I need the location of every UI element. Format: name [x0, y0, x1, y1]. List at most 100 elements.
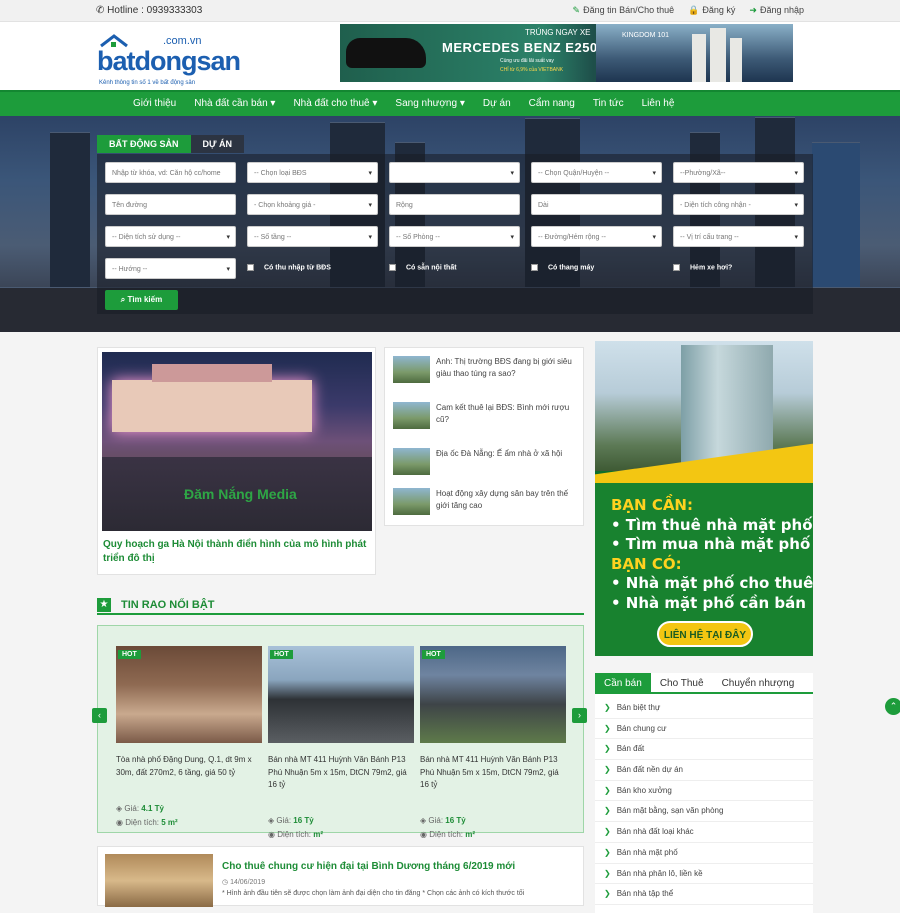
site-logo[interactable]: .com.vn batdongsan Kênh thông tin số 1 v… [97, 28, 241, 86]
news-item[interactable]: Cam kết thuê lại BĐS: Bình mới rượu cũ? [393, 402, 578, 438]
listing-area: ◉ Diện tích: m² [268, 830, 324, 839]
category-item[interactable]: ❯ Bán nhà phân lô, liền kề [595, 864, 813, 885]
hero-search: BẤT ĐỘNG SẢN DỰ ÁN Nhập từ khóa, vd: Căn… [0, 116, 900, 332]
ward-select[interactable]: --Phường/Xã-- ▾ [673, 162, 804, 183]
lock-icon: 🔒 [688, 5, 700, 15]
post-title[interactable]: Cho thuê chung cư hiện đại tại Bình Dươn… [222, 861, 515, 872]
chevron-right-icon: ❯ [604, 744, 611, 754]
income-checkbox[interactable]: Có thu nhập từ BĐS [247, 264, 331, 271]
nav-for-rent[interactable]: Nhà đất cho thuê ▾ [284, 92, 386, 116]
area-icon: ◉ [268, 830, 278, 839]
listing-card[interactable]: HOT Tòa nhà phố Đặng Dung, Q.1, dt 9m x … [116, 646, 264, 827]
width-input[interactable]: Rộng [389, 194, 520, 215]
length-input[interactable]: Dài [531, 194, 662, 215]
land-area-select[interactable]: - Diện tích công nhận - ▾ [673, 194, 804, 215]
listing-image: HOT [116, 646, 262, 743]
road-select[interactable]: -- Đường/Hẻm rộng -- ▾ [531, 226, 662, 247]
listing-area: ◉ Diện tích: m² [420, 830, 476, 839]
chevron-right-icon: ❯ [604, 806, 611, 816]
blank-select[interactable]: ▾ [389, 162, 520, 183]
position-select[interactable]: -- Vị trí cấu trang -- ▾ [673, 226, 804, 247]
sidebar-ad[interactable]: BẠN CẦN: • Tìm thuê nhà mặt phố • Tìm mu… [595, 341, 813, 656]
kingdom-banner: KINGDOM 101 [596, 24, 793, 82]
nav-contact[interactable]: Liên hệ [633, 92, 684, 116]
keyword-input[interactable]: Nhập từ khóa, vd: Căn hộ cc/home [105, 162, 236, 183]
register-link[interactable]: 🔒 Đăng ký [688, 5, 735, 16]
carousel-prev-button[interactable]: ‹ [92, 708, 107, 723]
header-banner-ad[interactable]: TRÚNG NGAY XE MERCEDES BENZ E250 Cùng ưu… [340, 24, 793, 82]
street-input[interactable]: Tên đường [105, 194, 236, 215]
category-item[interactable]: ❯ Bán kho xưởng [595, 781, 813, 802]
use-area-select[interactable]: -- Diện tích sử dụng -- ▾ [105, 226, 236, 247]
category-item[interactable]: ❯ Bán mặt bằng, sạn văn phòng [595, 801, 813, 823]
post-date: ◷ 14/06/2019 [222, 879, 266, 886]
category-item[interactable]: ❯ Bán nhà tập thể [595, 884, 813, 905]
chevron-down-icon: ▾ [226, 234, 230, 241]
chevron-down-icon: ▾ [794, 234, 798, 241]
hotline: ✆ Hotline : 0939333303 [96, 5, 203, 16]
category-item[interactable]: ❯ Bán chung cư [595, 719, 813, 740]
tab-projects[interactable]: DỰ ÁN [190, 135, 244, 153]
district-select[interactable]: -- Chọn Quận/Huyện -- ▾ [531, 162, 662, 183]
post-listing-link[interactable]: ✎ Đăng tin Bán/Cho thuê [573, 5, 675, 16]
chevron-right-icon: ❯ [604, 765, 611, 775]
featured-article[interactable]: Đăm Nắng Media Quy hoạch ga Hà Nội thành… [97, 347, 376, 575]
search-tabs: BẤT ĐỘNG SẢN DỰ ÁN [97, 135, 244, 153]
nav-guide[interactable]: Cẩm nang [520, 92, 584, 116]
listing-title[interactable]: Bán nhà MT 411 Huỳnh Văn Bánh P13 Phú Nh… [420, 754, 568, 792]
category-item[interactable]: ❯ Bán nhà đất loại khác [595, 822, 813, 843]
category-item[interactable]: ❯ Bán biệt thự [595, 698, 813, 719]
nav-news[interactable]: Tin tức [584, 92, 633, 116]
listing-card[interactable]: HOT Bán nhà MT 411 Huỳnh Văn Bánh P13 Ph… [420, 646, 568, 839]
news-item[interactable]: Anh: Thị trường BĐS đang bị giới siêu gi… [393, 356, 578, 392]
chevron-down-icon: ▾ [794, 170, 798, 177]
scroll-top-button[interactable]: ⌃ [885, 698, 900, 715]
featured-image: Đăm Nắng Media [102, 352, 372, 531]
login-link[interactable]: ➜ Đăng nhập [749, 5, 804, 16]
chevron-down-icon: ▾ [368, 170, 372, 177]
floors-select[interactable]: -- Số tầng -- ▾ [247, 226, 378, 247]
carousel-next-button[interactable]: › [572, 708, 587, 723]
listing-price: ◈ Giá: 16 Tỷ [420, 816, 466, 825]
tab-transfer[interactable]: Chuyển nhượng [713, 673, 804, 692]
news-item[interactable]: Hoạt động xây dựng sân bay trên thế giới… [393, 488, 578, 524]
tab-for-sale[interactable]: Cần bán [595, 673, 651, 692]
chevron-right-icon: ❯ [604, 723, 611, 733]
nav-for-sale[interactable]: Nhà đất cần bán ▾ [185, 92, 284, 116]
furniture-checkbox[interactable]: Có sẵn nội thất [389, 264, 457, 271]
category-item[interactable]: ❯ Bán đất [595, 739, 813, 761]
news-item[interactable]: Địa ốc Đà Nẵng: Ế ẩm nhà ở xã hội [393, 448, 578, 484]
search-button[interactable]: ⌕ Tìm kiếm [105, 290, 178, 310]
clock-icon: ◷ [222, 879, 231, 886]
direction-select[interactable]: -- Hướng -- ▾ [105, 258, 236, 279]
elevator-checkbox[interactable]: Có thang máy [531, 264, 594, 271]
section-title: TIN RAO NỔI BẬT [121, 599, 215, 611]
ad-text: BẠN CẦN: • Tìm thuê nhà mặt phố • Tìm mu… [611, 496, 813, 612]
nav-projects[interactable]: Dự án [474, 92, 520, 116]
category-item[interactable]: ❯ Bán đất nền dự án [595, 760, 813, 781]
car-alley-checkbox[interactable]: Hẻm xe hơi? [673, 264, 732, 271]
phone-icon: ✆ [96, 5, 108, 16]
chevron-left-icon: ‹ [98, 710, 101, 720]
listing-card[interactable]: HOT Bán nhà MT 411 Huỳnh Văn Bánh P13 Ph… [268, 646, 416, 839]
listing-title[interactable]: Tòa nhà phố Đặng Dung, Q.1, dt 9m x 30m,… [116, 754, 264, 779]
chevron-down-icon: ▾ [794, 202, 798, 209]
price-select[interactable]: - Chọn khoảng giá - ▾ [247, 194, 378, 215]
chevron-right-icon: › [578, 710, 581, 720]
tab-for-rent[interactable]: Cho Thuê [651, 673, 713, 692]
listing-area: ◉ Diện tích: 5 m² [116, 818, 178, 827]
type-select[interactable]: -- Chọn loại BĐS ▾ [247, 162, 378, 183]
category-item[interactable]: ❯ Bán nhà mặt phố [595, 843, 813, 864]
chevron-right-icon: ❯ [604, 703, 611, 712]
search-icon: ⌕ [120, 295, 128, 304]
nav-transfer[interactable]: Sang nhượng ▾ [386, 92, 473, 116]
featured-title[interactable]: Quy hoạch ga Hà Nội thành điển hình của … [103, 538, 368, 566]
nav-about[interactable]: Giới thiệu [124, 92, 185, 116]
chevron-right-icon: ❯ [604, 889, 611, 899]
post-item[interactable]: Cho thuê chung cư hiện đại tại Bình Dươn… [97, 846, 584, 907]
ad-contact-button[interactable]: LIÊN HỆ TẠI ĐÂY [657, 621, 753, 647]
listing-title[interactable]: Bán nhà MT 411 Huỳnh Văn Bánh P13 Phú Nh… [268, 754, 416, 792]
chevron-down-icon: ▾ [652, 170, 656, 177]
rooms-select[interactable]: -- Số Phòng -- ▾ [389, 226, 520, 247]
tab-real-estate[interactable]: BẤT ĐỘNG SẢN [97, 135, 191, 153]
